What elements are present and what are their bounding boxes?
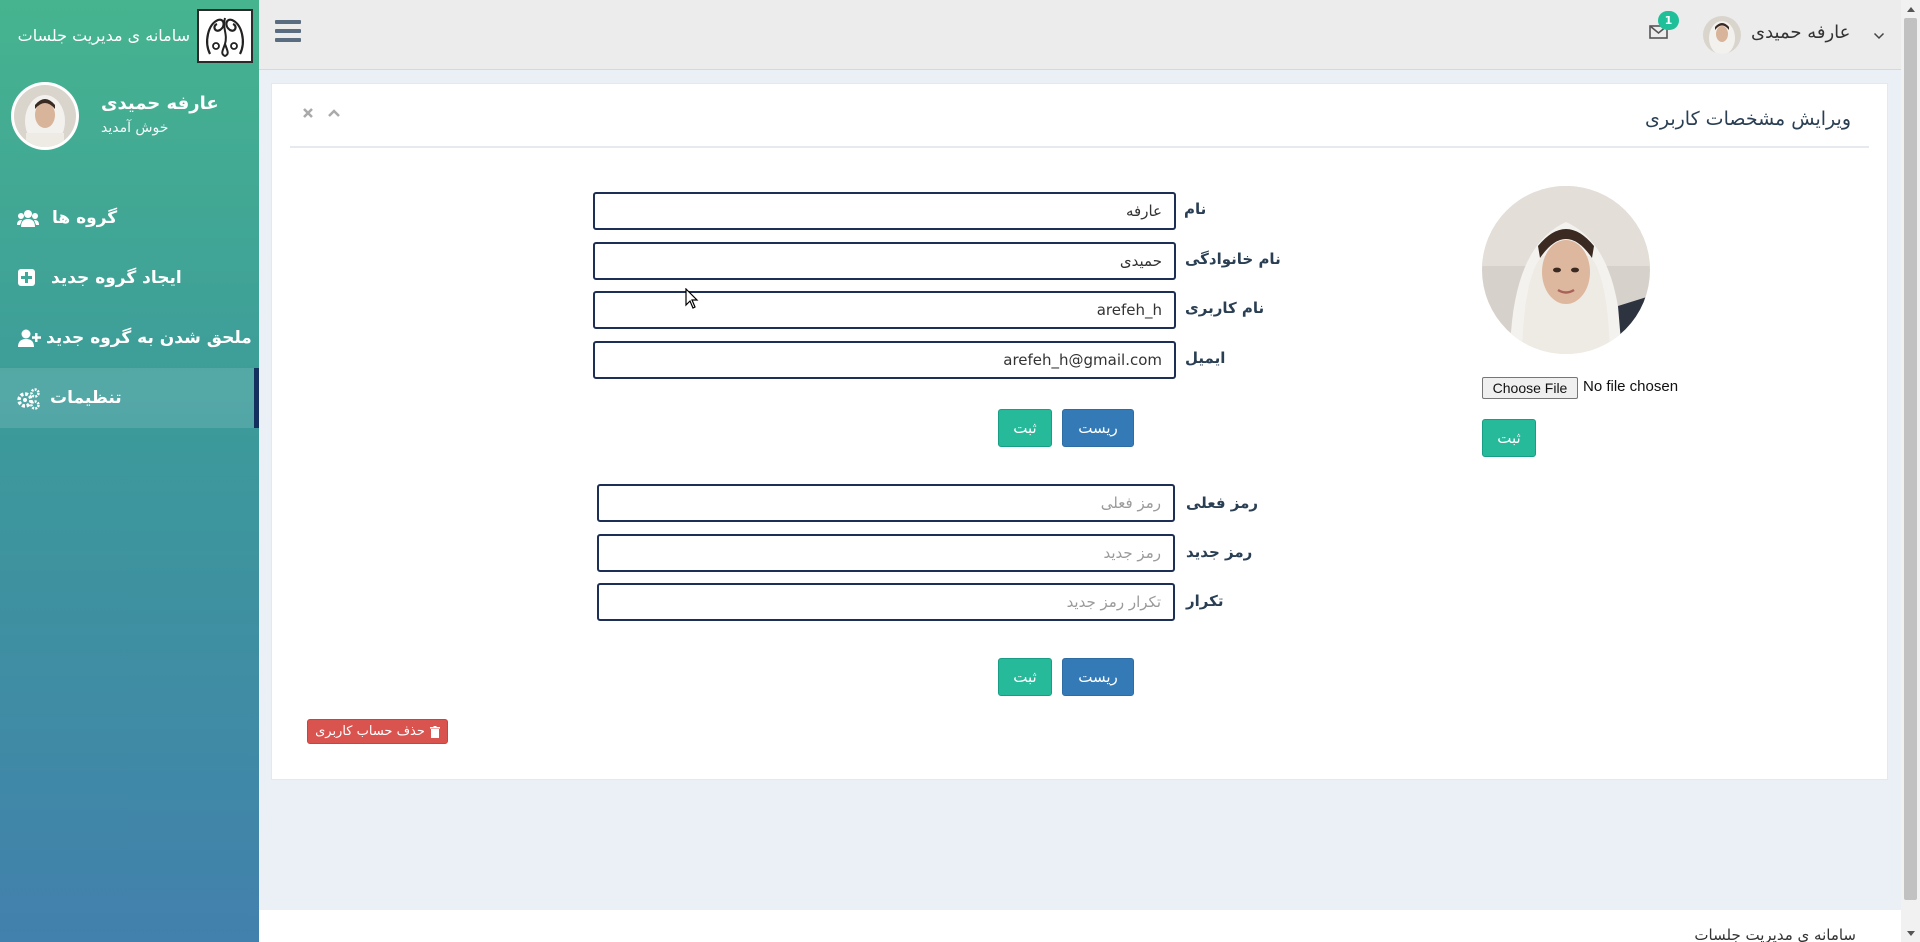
footer: سامانه ی مدیریت جلسات: [259, 910, 1901, 942]
photo-submit-button[interactable]: ثبت: [1482, 419, 1536, 457]
trash-icon: [429, 725, 440, 738]
profile-welcome: خوش آمدید: [101, 120, 169, 136]
ornament-logo[interactable]: [197, 9, 253, 63]
sidebar-item-settings[interactable]: تنظیمات: [0, 368, 259, 428]
profile-name: عارفه حمیدی: [101, 93, 219, 114]
first-name-field[interactable]: [593, 192, 1176, 230]
last-name-field[interactable]: [593, 242, 1176, 280]
password-submit-button[interactable]: ثبت: [998, 658, 1052, 696]
username-label: نام کاربری: [1185, 299, 1265, 317]
gears-icon: [17, 388, 40, 410]
footer-text: سامانه ی مدیریت جلسات: [1694, 926, 1856, 942]
avatar: [11, 82, 79, 150]
user-menu-name[interactable]: عارفه حمیدی: [1751, 22, 1850, 43]
password-reset-button[interactable]: ریست: [1062, 658, 1134, 696]
profile-photo: [1482, 186, 1650, 354]
sidebar-item-create-group[interactable]: ایجاد گروه جدید: [0, 248, 259, 308]
current-password-field[interactable]: [597, 484, 1175, 522]
sidebar-item-join-group[interactable]: ملحق شدن به گروه جدید: [0, 308, 259, 368]
scrollbar[interactable]: [1901, 0, 1920, 942]
plus-square-icon: [17, 268, 39, 288]
divider: [290, 146, 1869, 148]
email-field[interactable]: [593, 341, 1176, 379]
edit-profile-panel: ویرایش مشخصات کاربری نام نام خانوادگی نا…: [271, 83, 1888, 780]
current-password-label: رمز فعلی: [1186, 494, 1259, 512]
page-title: ویرایش مشخصات کاربری: [1644, 108, 1851, 130]
file-status: No file chosen: [1583, 378, 1679, 395]
sidebar-item-groups[interactable]: گروه ها: [0, 188, 259, 248]
profile-submit-button[interactable]: ثبت: [998, 409, 1052, 447]
delete-account-label: حذف حساب کاربری: [315, 724, 425, 739]
brand[interactable]: سامانه ی مدیریت جلسات: [0, 0, 259, 70]
sidebar-item-label: تنظیمات: [50, 388, 122, 408]
menu-toggle-icon[interactable]: [275, 20, 301, 44]
repeat-password-field[interactable]: [597, 583, 1175, 621]
scroll-down-icon[interactable]: [1901, 925, 1920, 942]
delete-account-button[interactable]: حذف حساب کاربری: [307, 719, 448, 744]
notification-badge[interactable]: 1: [1658, 11, 1679, 30]
first-name-label: نام: [1184, 200, 1207, 218]
sidebar-item-label: ملحق شدن به گروه جدید: [46, 328, 252, 348]
sidebar-nav: گروه ها ایجاد گروه جدید ملحق شدن به گروه…: [0, 188, 259, 428]
repeat-password-label: تکرار: [1186, 592, 1224, 610]
choose-file-button[interactable]: Choose File: [1482, 377, 1578, 399]
scrollbar-thumb[interactable]: [1904, 18, 1917, 900]
chevron-down-icon[interactable]: [1873, 27, 1885, 40]
user-plus-icon: [17, 328, 41, 348]
new-password-field[interactable]: [597, 534, 1175, 572]
panel-tools: [300, 105, 342, 121]
username-field[interactable]: [593, 291, 1176, 329]
new-password-label: رمز جدید: [1186, 543, 1253, 561]
sidebar-item-label: ایجاد گروه جدید: [51, 268, 182, 288]
scroll-up-icon[interactable]: [1901, 0, 1920, 17]
users-icon: [17, 208, 39, 228]
chevron-up-icon[interactable]: [326, 105, 342, 121]
top-navbar: 1 عارفه حمیدی: [259, 0, 1901, 70]
avatar[interactable]: [1703, 16, 1741, 54]
last-name-label: نام خانوادگی: [1185, 250, 1281, 268]
profile-reset-button[interactable]: ریست: [1062, 409, 1134, 447]
sidebar: سامانه ی مدیریت جلسات عارفه حمیدی خوش آم…: [0, 0, 259, 942]
sidebar-item-label: گروه ها: [52, 208, 118, 228]
brand-title[interactable]: سامانه ی مدیریت جلسات: [18, 26, 190, 45]
sidebar-profile: عارفه حمیدی خوش آمدید: [0, 80, 259, 160]
mouse-cursor-icon: [685, 287, 699, 310]
email-label: ایمیل: [1185, 349, 1226, 367]
close-icon[interactable]: [300, 105, 316, 121]
